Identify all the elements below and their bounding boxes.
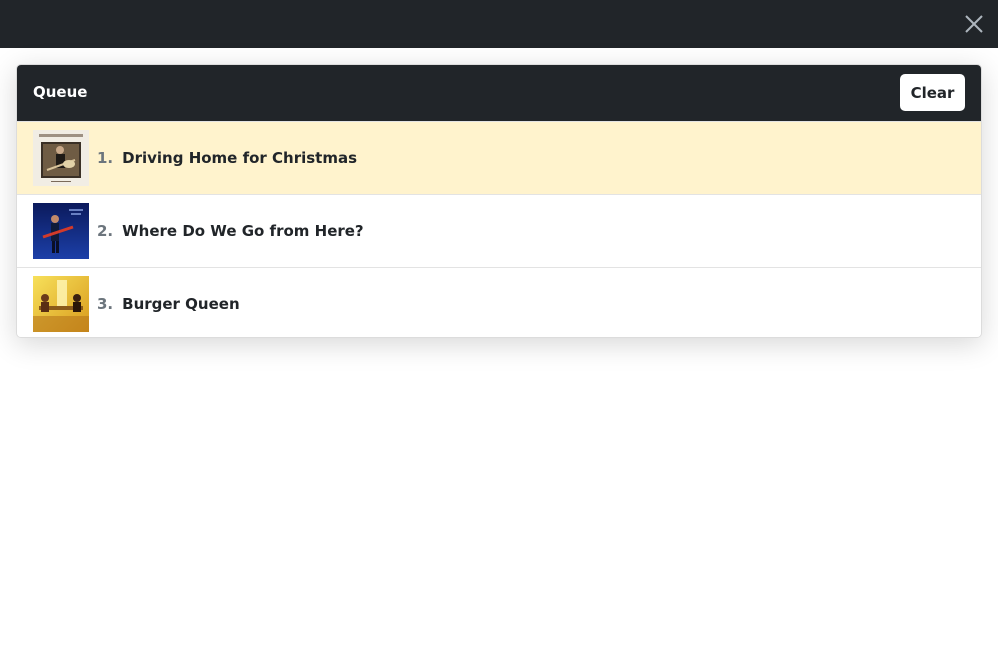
queue-item[interactable]: 3. Burger Queen (17, 267, 981, 337)
queue-panel: Queue Clear 1. Driving Home for Christma… (16, 64, 982, 338)
clear-button[interactable]: Clear (900, 74, 965, 111)
item-number: 2. (97, 222, 114, 240)
queue-item[interactable]: 2. Where Do We Go from Here? (17, 194, 981, 267)
queue-item[interactable]: 1. Driving Home for Christmas (17, 121, 981, 194)
close-icon[interactable] (964, 14, 984, 34)
item-title: Burger Queen (122, 295, 240, 313)
album-cover-blue-guitar (33, 203, 89, 259)
top-bar (0, 0, 998, 48)
album-cover-yellow-room (33, 276, 89, 332)
item-title: Driving Home for Christmas (122, 149, 358, 167)
item-number: 3. (97, 295, 114, 313)
queue-header: Queue Clear (17, 65, 981, 121)
album-cover-chris-rea (33, 130, 89, 186)
queue-title: Queue (33, 83, 88, 101)
item-number: 1. (97, 149, 114, 167)
item-title: Where Do We Go from Here? (122, 222, 364, 240)
